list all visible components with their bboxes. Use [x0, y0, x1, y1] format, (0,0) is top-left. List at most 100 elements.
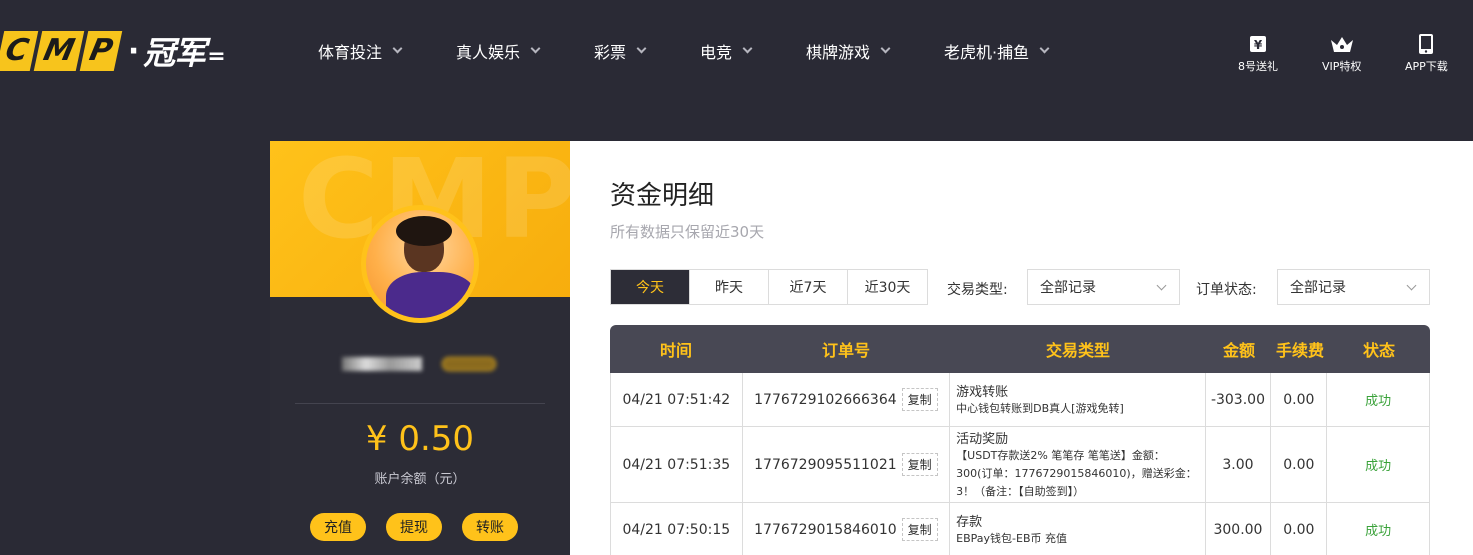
cell-time: 04/21 07:50:15 [611, 503, 743, 555]
nav-item-label: 真人娱乐 [456, 43, 521, 62]
nav-item-label: 彩票 [594, 43, 627, 62]
app-download-link[interactable]: APP下载 [1405, 33, 1448, 74]
logo-swoosh-icon: = [207, 43, 226, 69]
transaction-type-select[interactable]: 全部记录 [1027, 269, 1180, 305]
divider [295, 403, 545, 404]
table-row: 04/21 07:51:35 1776729095511021 复制 活动奖励 … [610, 427, 1430, 503]
brand-logo[interactable]: C M P · 冠军 = [0, 30, 226, 72]
transaction-type-label: 交易类型: [947, 282, 1008, 298]
type-description: 中心钱包转账到DB真人[游戏免转] [956, 402, 1124, 415]
chevron-down-icon [742, 43, 753, 54]
header-order: 订单号 [821, 341, 870, 360]
header-status: 状态 [1362, 341, 1395, 360]
type-title: 活动奖励 [956, 432, 1009, 447]
nav-item-slots-fishing[interactable]: 老虎机·捕鱼 [944, 37, 1064, 65]
nav-item-label: 老虎机·捕鱼 [944, 43, 1030, 62]
nav-item-card-games[interactable]: 棋牌游戏 [806, 37, 944, 65]
balance-label: 账户余额（元） [374, 472, 466, 487]
header-time: 时间 [659, 341, 692, 360]
logo-letter-c: C [0, 31, 39, 71]
chevron-down-icon [880, 43, 891, 54]
page-title: 资金明细 [610, 181, 715, 211]
avatar[interactable] [361, 205, 479, 323]
type-description: 【USDT存款送2% 笔笔存 笔笔送】金额：300(订单：17767290158… [956, 449, 1197, 498]
tab-last-30-days[interactable]: 近30天 [848, 270, 927, 304]
cell-order: 1776729015846010 复制 [743, 503, 951, 555]
order-status-select[interactable]: 全部记录 [1277, 269, 1430, 305]
phone-icon [1418, 33, 1434, 55]
copy-button[interactable]: 复制 [901, 453, 938, 476]
nav-item-label: 电竞 [700, 43, 733, 62]
cell-order: 1776729102666364 复制 [743, 373, 951, 426]
chevron-down-icon [392, 43, 403, 54]
svg-text:¥: ¥ [1254, 38, 1263, 52]
chevron-down-icon [1156, 280, 1167, 291]
tab-today[interactable]: 今天 [611, 270, 690, 304]
page-subtitle: 所有数据只保留近30天 [610, 223, 765, 241]
chevron-down-icon [1406, 280, 1417, 291]
nav-item-live-casino[interactable]: 真人娱乐 [456, 37, 594, 65]
avatar-body [386, 272, 474, 318]
transfer-button[interactable]: 转账 [462, 513, 518, 541]
chevron-down-icon [530, 43, 541, 54]
header-amount: 金额 [1222, 341, 1255, 360]
nav-item-sports[interactable]: 体育投注 [318, 37, 456, 65]
cell-type: 游戏转账 中心钱包转账到DB真人[游戏免转] [950, 373, 1206, 426]
vip-link[interactable]: VIP特权 [1322, 33, 1361, 74]
gift-label: 8号送礼 [1238, 60, 1278, 73]
copy-button[interactable]: 复制 [901, 388, 938, 411]
order-status-label: 订单状态: [1196, 282, 1257, 298]
order-number: 1776729095511021 [754, 456, 897, 473]
status-badge: 成功 [1365, 459, 1392, 474]
cell-fee: 0.00 [1271, 427, 1328, 502]
account-balance: ¥ 0.50 [365, 419, 475, 459]
cell-status: 成功 [1327, 373, 1429, 426]
gift-link[interactable]: ¥ 8号送礼 [1238, 33, 1278, 74]
nav-item-esports[interactable]: 电竞 [700, 37, 806, 65]
app-download-label: APP下载 [1405, 60, 1448, 73]
tab-last-7-days[interactable]: 近7天 [769, 270, 848, 304]
username-blurred [330, 351, 510, 375]
vip-label: VIP特权 [1322, 60, 1362, 73]
status-badge: 成功 [1365, 394, 1392, 409]
cell-time: 04/21 07:51:42 [611, 373, 743, 426]
avatar-hair [396, 216, 452, 246]
cell-type: 活动奖励 【USDT存款送2% 笔笔存 笔笔送】金额：300(订单：177672… [950, 427, 1206, 502]
table-row: 04/21 07:50:15 1776729015846010 复制 存款 EB… [610, 503, 1430, 555]
tab-yesterday[interactable]: 昨天 [690, 270, 769, 304]
order-status-value: 全部记录 [1290, 280, 1346, 296]
copy-button[interactable]: 复制 [901, 518, 938, 541]
date-range-tabs: 今天 昨天 近7天 近30天 [610, 269, 928, 305]
logo-dot: · [127, 33, 140, 69]
vip-badge-redacted [442, 357, 496, 371]
gift-icon: ¥ [1248, 33, 1268, 55]
deposit-button[interactable]: 充值 [310, 513, 366, 541]
type-description: EBPay钱包-EB币 充值 [956, 532, 1068, 545]
withdraw-button[interactable]: 提现 [386, 513, 442, 541]
table-header: 时间 订单号 交易类型 金额 手续费 状态 [610, 325, 1430, 373]
transactions-table: 时间 订单号 交易类型 金额 手续费 状态 04/21 07:51:42 177… [610, 325, 1430, 555]
cell-status: 成功 [1327, 503, 1429, 555]
cell-amount: 300.00 [1206, 503, 1272, 555]
fund-details-panel: 资金明细 所有数据只保留近30天 今天 昨天 近7天 近30天 交易类型: 全部… [570, 141, 1473, 555]
username-redacted [342, 357, 422, 371]
nav-item-label: 棋牌游戏 [806, 43, 871, 62]
logo-letter-p: P [79, 31, 123, 71]
nav-item-lottery[interactable]: 彩票 [594, 37, 700, 65]
header-type: 交易类型 [1045, 341, 1110, 360]
main-nav: 体育投注 真人娱乐 彩票 电竞 棋牌游戏 老虎机·捕鱼 [318, 37, 1064, 65]
order-number: 1776729102666364 [754, 391, 897, 408]
chevron-down-icon [636, 43, 647, 54]
top-header: C M P · 冠军 = 体育投注 真人娱乐 彩票 电竞 棋牌游戏 老虎机·捕鱼… [0, 0, 1473, 103]
cell-time: 04/21 07:51:35 [611, 427, 743, 502]
cell-amount: 3.00 [1206, 427, 1272, 502]
crown-icon [1329, 33, 1355, 55]
status-badge: 成功 [1365, 524, 1392, 539]
logo-brand-text: 冠军 [143, 34, 206, 72]
table-row: 04/21 07:51:42 1776729102666364 复制 游戏转账 … [610, 373, 1430, 427]
profile-panel: CMP ¥ 0.50 账户余额（元） 充值 提现 转账 [270, 141, 570, 555]
nav-item-label: 体育投注 [318, 43, 383, 62]
transaction-type-value: 全部记录 [1040, 280, 1096, 296]
cell-amount: -303.00 [1206, 373, 1272, 426]
profile-actions: 充值 提现 转账 [310, 513, 518, 541]
